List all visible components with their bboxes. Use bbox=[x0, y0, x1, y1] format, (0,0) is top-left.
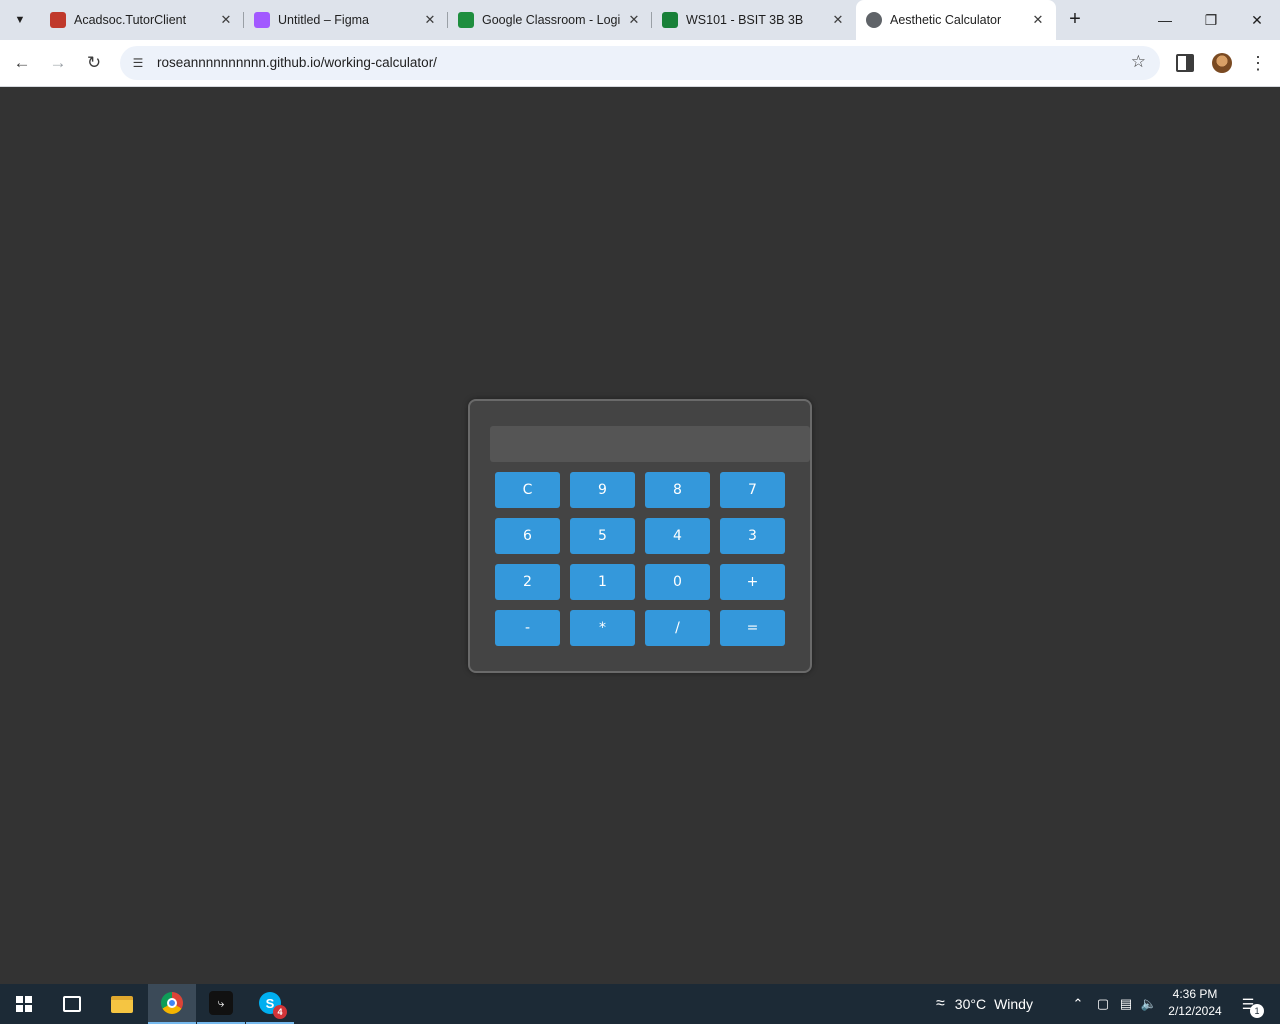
close-icon: ✕ bbox=[1251, 11, 1263, 28]
tab-figma[interactable]: Untitled – Figma ✕ bbox=[244, 0, 448, 40]
close-icon[interactable]: ✕ bbox=[830, 12, 846, 28]
subtract-button[interactable]: - bbox=[495, 610, 560, 646]
file-explorer-button[interactable] bbox=[98, 984, 146, 1024]
weather-widget[interactable]: ≈ 30°C Windy bbox=[936, 984, 1033, 1024]
close-icon[interactable]: ✕ bbox=[218, 12, 234, 28]
windows-icon bbox=[16, 996, 32, 1012]
tab-strip: ▼ Acadsoc.TutorClient ✕ Untitled – Figma… bbox=[0, 0, 1280, 40]
browser-toolbar: ← → ↻ ☰ roseannnnnnnnnn.github.io/workin… bbox=[0, 40, 1280, 87]
close-icon[interactable]: ✕ bbox=[422, 12, 438, 28]
task-view-icon bbox=[63, 996, 81, 1012]
address-bar[interactable]: ☰ roseannnnnnnnnn.github.io/working-calc… bbox=[120, 46, 1160, 80]
page-content: C 9 8 7 6 5 4 3 2 1 0 + - * / = bbox=[0, 88, 1280, 984]
tab-title: Google Classroom - Logi bbox=[482, 13, 620, 27]
back-button[interactable]: ← bbox=[9, 50, 35, 76]
minimize-icon: — bbox=[1158, 12, 1172, 28]
notification-badge: 1 bbox=[1250, 1004, 1264, 1018]
tab-aesthetic-calculator[interactable]: Aesthetic Calculator ✕ bbox=[856, 0, 1056, 40]
meet-now-icon[interactable]: ▢ bbox=[1093, 984, 1113, 1024]
multiply-button[interactable]: * bbox=[570, 610, 635, 646]
digit-1-button[interactable]: 1 bbox=[570, 564, 635, 600]
close-icon[interactable]: ✕ bbox=[1030, 12, 1046, 28]
wind-icon: ≈ bbox=[936, 995, 945, 1012]
taskbar: ⤷ S 4 ≈ 30°C Windy ⌃ ▢ ▤ 🔈 4:36 PM 2/12/… bbox=[0, 984, 1280, 1024]
tab-google-classroom[interactable]: Google Classroom - Logi ✕ bbox=[448, 0, 652, 40]
close-icon[interactable]: ✕ bbox=[626, 12, 642, 28]
tune-icon[interactable]: ☰ bbox=[128, 53, 148, 73]
network-icon[interactable]: ▤ bbox=[1116, 984, 1136, 1024]
restore-button[interactable]: ❐ bbox=[1188, 0, 1234, 40]
globe-icon bbox=[866, 12, 882, 28]
tab-title: Untitled – Figma bbox=[278, 13, 370, 27]
tab-ws101[interactable]: WS101 - BSIT 3B 3B ✕ bbox=[652, 0, 856, 40]
tab-acadsoc[interactable]: Acadsoc.TutorClient ✕ bbox=[40, 0, 244, 40]
back-arrow-icon: ← bbox=[13, 53, 31, 72]
chrome-taskbar-button[interactable] bbox=[148, 984, 196, 1024]
weather-condition: Windy bbox=[994, 996, 1033, 1012]
reload-icon: ↻ bbox=[86, 53, 102, 72]
tab-title: WS101 - BSIT 3B 3B bbox=[686, 13, 804, 27]
digit-0-button[interactable]: 0 bbox=[645, 564, 710, 600]
side-panel-icon[interactable] bbox=[1176, 54, 1194, 72]
chevron-up-icon: ⌃ bbox=[1072, 996, 1084, 1011]
show-hidden-icons-button[interactable]: ⌃ bbox=[1068, 984, 1088, 1024]
url-text[interactable]: roseannnnnnnnnn.github.io/working-calcul… bbox=[157, 55, 437, 70]
plus-icon: + bbox=[1069, 7, 1081, 30]
digit-8-button[interactable]: 8 bbox=[645, 472, 710, 508]
tab-title: Aesthetic Calculator bbox=[890, 13, 1002, 27]
add-button[interactable]: + bbox=[720, 564, 785, 600]
avatar[interactable] bbox=[1212, 53, 1232, 73]
app-icon: ⤷ bbox=[209, 991, 233, 1015]
digit-2-button[interactable]: 2 bbox=[495, 564, 560, 600]
star-icon[interactable]: ☆ bbox=[1131, 52, 1146, 72]
kebab-menu-icon[interactable]: ⋮ bbox=[1249, 52, 1267, 74]
digit-3-button[interactable]: 3 bbox=[720, 518, 785, 554]
google-classroom-icon bbox=[662, 12, 678, 28]
action-center-button[interactable]: ☰ 1 bbox=[1236, 993, 1264, 1018]
start-button[interactable] bbox=[0, 984, 48, 1024]
figma-icon bbox=[254, 12, 270, 28]
weather-temp: 30°C bbox=[954, 996, 987, 1012]
volume-icon[interactable]: 🔈 bbox=[1139, 984, 1159, 1024]
digit-4-button[interactable]: 4 bbox=[645, 518, 710, 554]
tab-title: Acadsoc.TutorClient bbox=[74, 13, 187, 27]
equals-button[interactable]: = bbox=[720, 610, 785, 646]
clock-time: 4:36 PM bbox=[1172, 987, 1218, 1001]
google-classroom-icon bbox=[458, 12, 474, 28]
clock-date: 2/12/2024 bbox=[1168, 1004, 1222, 1018]
calculator-keypad: C 9 8 7 6 5 4 3 2 1 0 + - * / = bbox=[495, 472, 785, 646]
tab-search-button[interactable]: ▼ bbox=[8, 8, 32, 32]
divide-button[interactable]: / bbox=[645, 610, 710, 646]
system-clock[interactable]: 4:36 PM 2/12/2024 bbox=[1162, 986, 1228, 1020]
digit-6-button[interactable]: 6 bbox=[495, 518, 560, 554]
reload-button[interactable]: ↻ bbox=[81, 50, 107, 76]
minimize-button[interactable]: — bbox=[1142, 0, 1188, 40]
clear-button[interactable]: C bbox=[495, 472, 560, 508]
close-window-button[interactable]: ✕ bbox=[1234, 0, 1280, 40]
skype-badge: 4 bbox=[273, 1005, 287, 1019]
chrome-icon bbox=[161, 992, 183, 1014]
task-view-button[interactable] bbox=[48, 984, 96, 1024]
forward-arrow-icon: → bbox=[49, 53, 67, 72]
skype-icon: S 4 bbox=[259, 992, 287, 1019]
restore-icon: ❐ bbox=[1204, 11, 1218, 28]
digit-7-button[interactable]: 7 bbox=[720, 472, 785, 508]
app-taskbar-button[interactable]: ⤷ bbox=[197, 984, 245, 1024]
digit-5-button[interactable]: 5 bbox=[570, 518, 635, 554]
calculator-display bbox=[490, 426, 810, 462]
forward-button[interactable]: → bbox=[45, 50, 71, 76]
new-tab-button[interactable]: + bbox=[1064, 8, 1086, 30]
digit-9-button[interactable]: 9 bbox=[570, 472, 635, 508]
chevron-down-icon: ▼ bbox=[14, 14, 26, 26]
calculator: C 9 8 7 6 5 4 3 2 1 0 + - * / = bbox=[468, 399, 812, 673]
folder-icon bbox=[111, 995, 133, 1013]
skype-taskbar-button[interactable]: S 4 bbox=[246, 984, 294, 1024]
acadsoc-icon bbox=[50, 12, 66, 28]
